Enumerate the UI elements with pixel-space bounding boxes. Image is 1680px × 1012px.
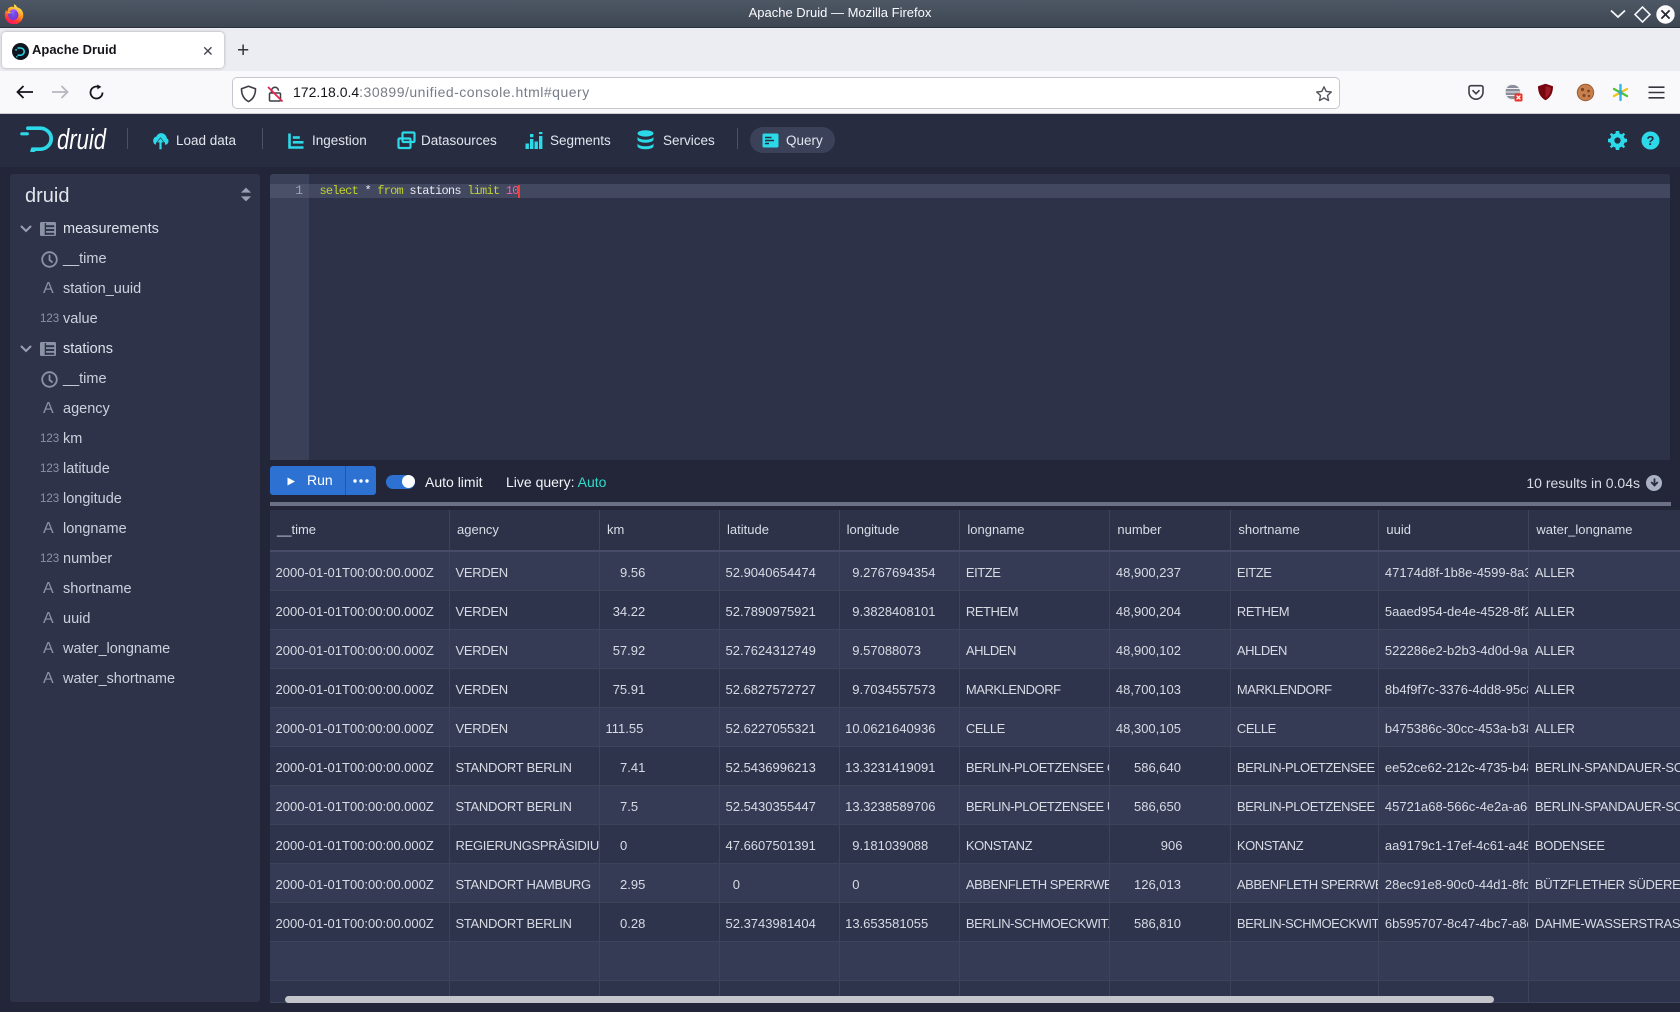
svg-text:?: ? bbox=[1647, 133, 1655, 148]
